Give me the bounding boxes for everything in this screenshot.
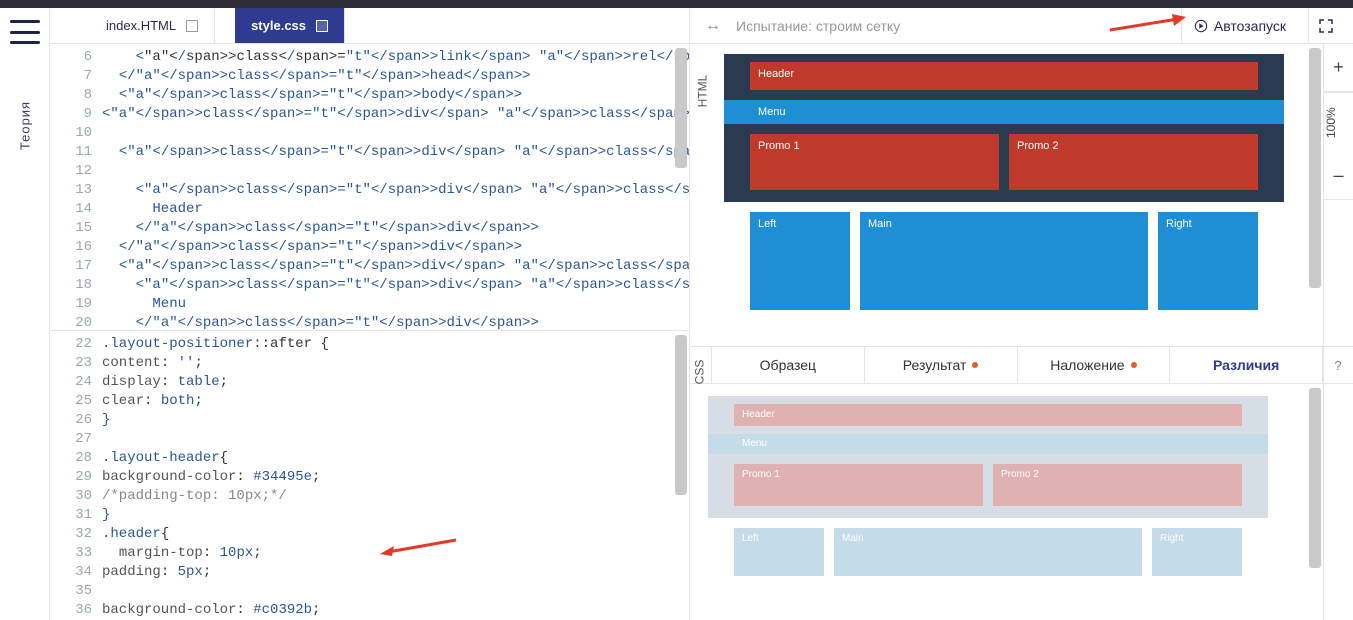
diff-main: Main — [834, 528, 1142, 576]
zoom-controls: + 100% – — [1323, 44, 1353, 620]
code-area[interactable]: <"a"</span>>class</span>="t"</span>>link… — [102, 44, 689, 330]
expand-button[interactable] — [1308, 8, 1343, 43]
preview-promo2: Promo 2 — [1009, 134, 1258, 190]
drag-handle-icon[interactable]: ↔ — [700, 17, 726, 35]
html-editor[interactable]: 67891011121314151617181920 <"a"</span>>c… — [50, 44, 689, 330]
scrollbar[interactable] — [1309, 384, 1321, 620]
tab-status-icon — [186, 20, 198, 32]
zoom-in-button[interactable]: + — [1324, 44, 1353, 92]
theory-label[interactable]: Теория — [17, 101, 32, 150]
theory-rail: Теория — [0, 8, 50, 620]
diff-menu-box: Menu — [708, 434, 1268, 454]
css-label: CSS — [692, 360, 706, 385]
preview-result: HTML Header Menu Promo 1 Promo 2 Left Ma… — [690, 44, 1353, 346]
autorun-button[interactable]: Автозапуск — [1181, 8, 1298, 43]
scroll-thumb[interactable] — [675, 335, 687, 495]
arrow-annotation — [294, 517, 374, 582]
scrollbar[interactable] — [1309, 44, 1321, 346]
tab-status-icon — [316, 20, 328, 32]
preview-pane: ↔ Испытание: строим сетку Автозапуск HTM… — [690, 8, 1353, 620]
scrollbar[interactable] — [675, 331, 687, 620]
preview-header-box: Header — [750, 62, 1258, 90]
tab-result[interactable]: Результат — [865, 347, 1018, 383]
line-gutter: 22232425262728293031323334353637 — [50, 331, 102, 620]
css-editor[interactable]: 22232425262728293031323334353637 .layout… — [50, 330, 689, 620]
tab-label: index.HTML — [106, 18, 176, 33]
file-tabs: index.HTML style.css — [50, 8, 689, 44]
tab-style-css[interactable]: style.css — [235, 8, 345, 43]
tab-label: Различия — [1213, 357, 1279, 373]
expand-icon — [1319, 19, 1333, 33]
tab-sample[interactable]: Образец — [712, 347, 865, 383]
menu-icon[interactable] — [10, 20, 40, 44]
preview-main: Main — [860, 212, 1148, 310]
code-area[interactable]: .layout-positioner::after { content: '';… — [102, 331, 689, 620]
top-bar — [0, 0, 1353, 8]
tab-diff[interactable]: Различия — [1170, 347, 1323, 383]
preview-promo1: Promo 1 — [750, 134, 999, 190]
layout-header-block: Header Menu Promo 1 Promo 2 — [724, 54, 1284, 202]
zoom-out-button[interactable]: – — [1324, 152, 1353, 200]
scrollbar[interactable] — [675, 44, 687, 330]
tab-label: Образец — [760, 357, 816, 373]
tab-overlay[interactable]: Наложение — [1018, 347, 1171, 383]
task-title: Испытание: строим сетку — [736, 18, 1171, 34]
preview-right: Right — [1158, 212, 1258, 310]
autorun-label: Автозапуск — [1214, 18, 1286, 34]
preview-left: Left — [750, 212, 850, 310]
tab-label: Результат — [903, 357, 967, 373]
scroll-thumb[interactable] — [1309, 388, 1321, 568]
zoom-percent: 100% — [1324, 92, 1353, 152]
preview-header: ↔ Испытание: строим сетку Автозапуск — [690, 8, 1353, 44]
scroll-thumb[interactable] — [675, 48, 687, 168]
diff-promo2: Promo 2 — [993, 464, 1242, 506]
diff-view: Header Menu Promo 1 Promo 2 Left Main Ri… — [690, 384, 1353, 620]
tab-label: style.css — [251, 18, 306, 33]
status-dot-icon — [972, 362, 978, 368]
diff-right: Right — [1152, 528, 1242, 576]
diff-header-box: Header — [734, 404, 1242, 426]
play-icon — [1194, 19, 1208, 33]
result-tabs: CSS Образец Результат Наложение Различия… — [690, 346, 1353, 384]
tab-index-html[interactable]: index.HTML — [90, 8, 215, 43]
tab-label: Наложение — [1050, 357, 1124, 373]
preview-menu-box: Menu — [724, 100, 1284, 124]
main-layout: Теория index.HTML style.css 678910111213… — [0, 8, 1353, 620]
diff-promo1: Promo 1 — [734, 464, 983, 506]
html-label: HTML — [695, 75, 709, 108]
status-dot-icon — [1131, 362, 1137, 368]
line-gutter: 67891011121314151617181920 — [50, 44, 102, 330]
diff-left: Left — [734, 528, 824, 576]
scroll-thumb[interactable] — [1309, 48, 1321, 288]
editor-pane: index.HTML style.css 6789101112131415161… — [50, 8, 690, 620]
